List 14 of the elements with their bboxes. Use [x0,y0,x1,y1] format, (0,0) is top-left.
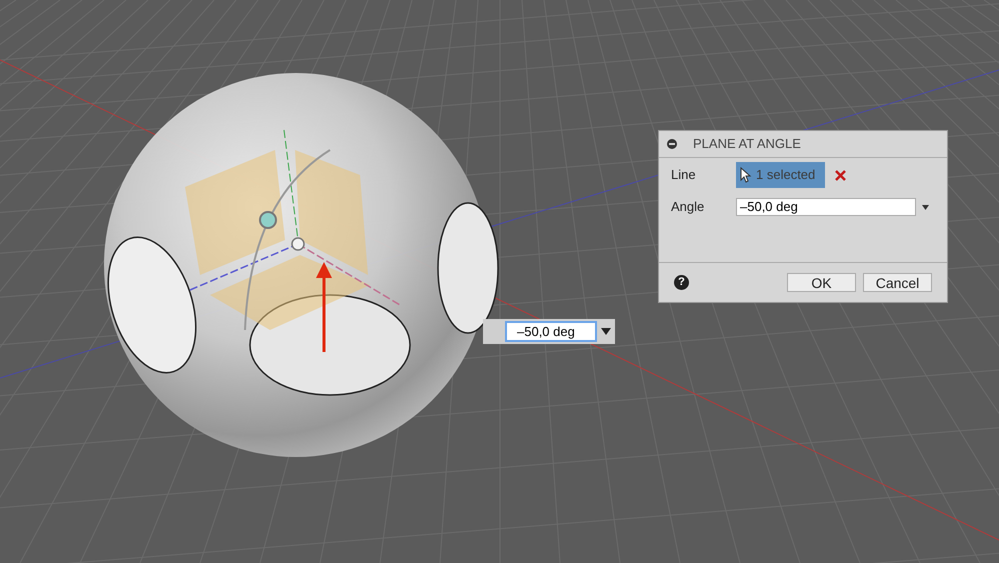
help-icon[interactable]: ? [674,275,689,290]
collapse-icon[interactable] [667,139,677,149]
clear-selection-icon[interactable] [835,170,846,180]
field-label: Line [671,166,697,184]
direction-arrow-icon[interactable] [316,262,332,352]
cursor-icon [740,167,752,183]
dialog-title: PLANE AT ANGLE [693,135,801,154]
angle-field[interactable]: –50,0 deg [736,198,916,216]
dialog-button[interactable]: OK [787,273,856,292]
field-label: Angle [671,198,706,216]
dialog-button[interactable]: Cancel [863,273,932,292]
dropdown-caret-icon[interactable] [601,328,611,335]
dropdown-caret-icon[interactable] [922,204,929,210]
angle-input-field[interactable]: –50,0 deg [505,321,597,342]
